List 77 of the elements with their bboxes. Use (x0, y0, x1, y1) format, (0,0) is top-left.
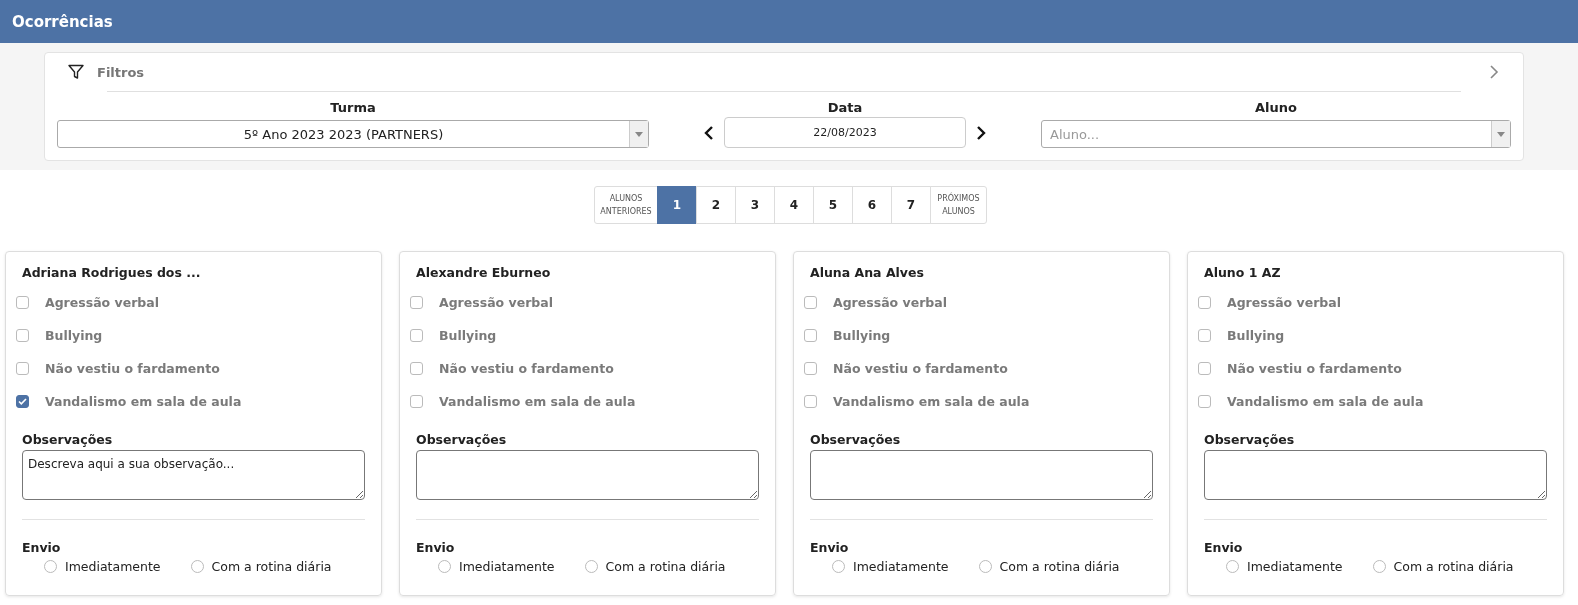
turma-label: Turma (330, 100, 376, 115)
notes-field[interactable]: Descreva aqui a sua observação... (22, 450, 365, 500)
checkbox[interactable] (1198, 329, 1211, 342)
student-name: Aluna Ana Alves (810, 265, 925, 280)
page-title: Ocorrências (12, 12, 113, 31)
send-option-label: Com a rotina diária (1393, 559, 1514, 574)
occurrence-label: Não vestiu o fardamento (833, 361, 1008, 376)
filters-title: Filtros (97, 64, 145, 80)
occurrence-label: Agressão verbal (45, 295, 159, 310)
page-button[interactable]: 3 (735, 186, 775, 224)
occurrence-label: Vandalismo em sala de aula (439, 394, 636, 409)
notes-field[interactable] (416, 450, 759, 500)
notes-field[interactable] (1204, 450, 1547, 500)
occurrence-label: Bullying (439, 328, 497, 343)
occurrence-label: Agressão verbal (833, 295, 947, 310)
page-button[interactable]: 2 (696, 186, 736, 224)
notes-field[interactable] (810, 450, 1153, 500)
occurrence-label: Bullying (45, 328, 103, 343)
notes-label: Observações (416, 432, 508, 447)
send-label: Envio (22, 540, 62, 555)
notes-label: Observações (810, 432, 902, 447)
occurrence-label: Vandalismo em sala de aula (1227, 394, 1424, 409)
occurrence-label: Agressão verbal (439, 295, 553, 310)
send-option-label: Imediatamente (65, 559, 161, 574)
next-students-button[interactable]: PRÓXIMOS ALUNOS (930, 186, 987, 224)
checkbox[interactable] (1198, 296, 1211, 309)
checkbox[interactable] (1198, 362, 1211, 375)
checkbox[interactable] (16, 395, 29, 408)
checkbox[interactable] (410, 329, 423, 342)
checkbox[interactable] (804, 329, 817, 342)
send-label: Envio (810, 540, 850, 555)
aluno-label: Aluno (1255, 100, 1297, 115)
chevron-left-icon[interactable] (704, 124, 714, 141)
checkbox[interactable] (410, 395, 423, 408)
previous-students-button[interactable]: ALUNOS ANTERIORES (594, 186, 658, 224)
send-option-label: Imediatamente (853, 559, 949, 574)
student-name: Aluno 1 AZ (1204, 265, 1282, 280)
send-option-label: Imediatamente (1247, 559, 1343, 574)
caret-down-icon (635, 131, 643, 137)
date-field[interactable]: 22/08/2023 (724, 117, 966, 148)
page-button[interactable]: 6 (852, 186, 892, 224)
occurrence-label: Vandalismo em sala de aula (45, 394, 242, 409)
checkbox[interactable] (804, 296, 817, 309)
checkbox[interactable] (16, 296, 29, 309)
occurrence-label: Vandalismo em sala de aula (833, 394, 1030, 409)
checkbox[interactable] (16, 362, 29, 375)
send-option-label: Com a rotina diária (605, 559, 726, 574)
send-label: Envio (416, 540, 456, 555)
checkbox[interactable] (804, 362, 817, 375)
send-option-label: Com a rotina diária (999, 559, 1120, 574)
student-name: Alexandre Eburneo (416, 265, 552, 280)
data-label: Data (827, 100, 863, 115)
send-option-label: Imediatamente (459, 559, 555, 574)
filter-icon (67, 63, 85, 81)
checkbox[interactable] (16, 329, 29, 342)
page-button[interactable]: 7 (891, 186, 931, 224)
page-button[interactable]: 1 (657, 186, 697, 224)
checkbox[interactable] (410, 362, 423, 375)
occurrence-label: Não vestiu o fardamento (439, 361, 614, 376)
occurrence-label: Não vestiu o fardamento (1227, 361, 1402, 376)
occurrence-label: Bullying (833, 328, 891, 343)
student-name: Adriana Rodrigues dos ... (22, 265, 202, 280)
notes-label: Observações (1204, 432, 1296, 447)
send-label: Envio (1204, 540, 1244, 555)
occurrence-label: Agressão verbal (1227, 295, 1341, 310)
caret-down-icon (1497, 131, 1505, 137)
occurrence-label: Não vestiu o fardamento (45, 361, 220, 376)
checkbox[interactable] (410, 296, 423, 309)
page-button[interactable]: 4 (774, 186, 814, 224)
turma-select[interactable]: 5º Ano 2023 2023 (PARTNERS) (57, 120, 649, 148)
send-option-label: Com a rotina diária (211, 559, 332, 574)
checkbox[interactable] (1198, 395, 1211, 408)
notes-label: Observações (22, 432, 114, 447)
chevron-right-icon[interactable] (976, 124, 986, 141)
occurrence-label: Bullying (1227, 328, 1285, 343)
page-button[interactable]: 5 (813, 186, 853, 224)
checkbox[interactable] (804, 395, 817, 408)
